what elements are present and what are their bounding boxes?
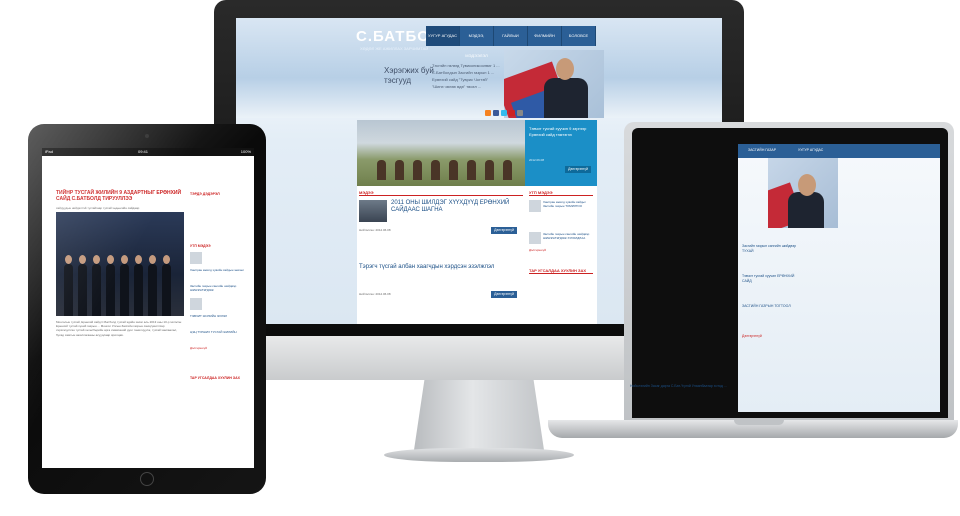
- side-thumbnail[interactable]: [529, 200, 541, 212]
- battery-label: 100%: [240, 149, 251, 154]
- hero-quote: Хэрэгжих буй тэсгууд: [384, 66, 434, 85]
- status-time: 09:41: [138, 149, 149, 154]
- laptop-portrait: [768, 158, 838, 228]
- laptop-more-link[interactable]: Дэлгэрэнгүй: [742, 334, 762, 339]
- laptop-bottom-text[interactable]: Нийслэлийн Засаг дарга С.Бат-Үүлэй Улаан…: [630, 384, 740, 389]
- sidebar-item[interactable]: Засгийн газрын сангийн шийдвэр ШИНЭЧЛЭГД…: [190, 284, 248, 292]
- laptop-item[interactable]: ЗАСГИЙН ГАЗРЫН ТОГТООЛ: [742, 304, 798, 309]
- news-more-button[interactable]: Дэлгэрэнгүй: [491, 227, 517, 234]
- laptop-notch: [734, 420, 784, 425]
- sidebar-title: ТАР УГСАЛДАА ХУУЛИН ЗАХ: [190, 376, 240, 380]
- person-silhouette: [788, 192, 824, 228]
- hero-link[interactable]: С.Батболдын Засгийн газрын 1 ...: [432, 69, 502, 76]
- laptop-nav-item[interactable]: ЗАСГИЙН ГАЗАР: [748, 148, 776, 152]
- hero-link[interactable]: Ерөнхий сайд "Туврис Чогтэй": [432, 76, 502, 83]
- sidebar-title: ТЭРДЭ ДЭДЭРЭЛ: [190, 192, 220, 196]
- section-title-news: МЭДЭЭ: [359, 190, 523, 196]
- sidebar-item[interactable]: ТЭВЧИТ ЖИЛИЙН ЭХЛЭЛ: [190, 314, 248, 318]
- article-subtitle: сайдуудын нийдэлтэй тусгайгаар тусгай хө…: [56, 206, 140, 210]
- article-body: Монголын тусгай, Ерөнхий сайд С.Батболд …: [56, 320, 182, 337]
- site-header: С.БАТБОЛД ХӨДӨЛ ЖЕ АЖИЛЛАХ ЗАРЧИМТАЙ УУГ…: [236, 18, 722, 118]
- sidebar-item[interactable]: Хамтран ажилд хувийн сайдын зөвлөл: [190, 268, 248, 272]
- side-thumbnail[interactable]: [529, 232, 541, 244]
- hero-link[interactable]: Тэсгэйн гөлөгд Тувиконикоолвиг 1 ...: [432, 62, 502, 69]
- horse-rider: [395, 160, 404, 180]
- sidebar-title: УТП МЭДЭЭ: [190, 244, 211, 248]
- sidebar-thumbnail[interactable]: [190, 298, 202, 310]
- person-silhouette: [64, 255, 73, 316]
- person-head: [798, 174, 816, 196]
- horse-rider: [449, 160, 458, 180]
- device-label: iPad: [45, 149, 54, 154]
- hero-link[interactable]: "Шинэ чөлөө өдө" төсөл ...: [432, 83, 502, 90]
- slider-date: 2012.06.08: [529, 158, 545, 162]
- horse-rider: [413, 160, 422, 180]
- laptop-screen: ЗАСГИЙН ГАЗАР УУГУР АГУДАС Засгийн газры…: [738, 144, 940, 412]
- person-silhouette: [134, 255, 143, 316]
- article-headline[interactable]: ТИЙНР ТУСГАЙ ЖИЛИЙН 9 АЗДАРТНЫГ ЕРӨНХИЙ …: [56, 190, 186, 202]
- article-photo[interactable]: [56, 212, 184, 316]
- news-title[interactable]: 2011 ОНЫ ШИЛДЭГ ХҮҮХДҮҮД ЕРӨНХИЙ САЙДААС…: [391, 200, 521, 214]
- news-thumbnail[interactable]: [359, 200, 387, 222]
- side-more-link[interactable]: Дэлгэрэнгүй: [529, 248, 546, 252]
- twitter-icon[interactable]: [501, 110, 507, 116]
- sidebar-thumbnail[interactable]: [190, 252, 202, 264]
- nav-item-gallery[interactable]: ГАЙЛЫИ: [494, 26, 528, 46]
- person-silhouette: [92, 255, 101, 316]
- home-button[interactable]: [140, 472, 154, 486]
- nav-item-feedback[interactable]: ФИЛМИЙН САНАЛ: [528, 26, 562, 58]
- laptop-nav-item[interactable]: УУГУР АГУДАС: [798, 148, 823, 152]
- photo-slider[interactable]: [357, 120, 525, 186]
- rss-icon[interactable]: [485, 110, 491, 116]
- nav-item-home[interactable]: УУГУР АГУДАС: [426, 26, 460, 46]
- imac-stand: [414, 380, 544, 450]
- news-meta: Нийтэлсэн: 2012.06.08: [359, 292, 391, 296]
- main-nav: УУГУР АГУДАС МЭДЭЭ, МЭДЭЭЛЭЛ ГАЙЛЫИ ФИЛМ…: [426, 26, 596, 58]
- imac-base: [384, 448, 574, 462]
- social-icons: [485, 110, 523, 116]
- ipad-screen: iPad 09:41 100% ТИЙНР ТУСГАЙ ЖИЛИЙН 9 АЗ…: [42, 148, 254, 468]
- hero-links: Тэсгэйн гөлөгд Тувиконикоолвиг 1 ... С.Б…: [432, 62, 502, 90]
- news-more-button[interactable]: Дэлгэрэнгүй: [491, 291, 517, 298]
- site-tagline: ХӨДӨЛ ЖЕ АЖИЛЛАХ ЗАРЧИМТАЙ: [360, 46, 429, 51]
- person-silhouette: [162, 255, 171, 316]
- news-title[interactable]: Тэрэгч түсгай албан хаагчдын хэрдсэн эзэ…: [359, 264, 519, 271]
- laptop-mockup: ЗАСГИЙН ГАЗАР УУГУР АГУДАС Засгийн газры…: [548, 122, 958, 438]
- horse-rider: [431, 160, 440, 180]
- news-meta: Нийтэлсэн: 2012.06.08: [359, 228, 391, 232]
- horse-rider: [485, 160, 494, 180]
- person-silhouette: [78, 255, 87, 316]
- camera-icon: [145, 134, 149, 138]
- youtube-icon[interactable]: [509, 110, 515, 116]
- person-head: [556, 58, 574, 80]
- person-silhouette: [106, 255, 115, 316]
- horse-rider: [377, 160, 386, 180]
- person-silhouette: [120, 255, 129, 316]
- facebook-icon[interactable]: [493, 110, 499, 116]
- laptop-item[interactable]: Засгийн газрын сангийн шийдвэр ТУХАЙ: [742, 244, 798, 254]
- laptop-item[interactable]: Тэвчит тусгай хуучин ЕРӨНХИЙ САЙД: [742, 274, 798, 284]
- status-bar: iPad 09:41 100%: [42, 148, 254, 156]
- horse-rider: [467, 160, 476, 180]
- sidebar-item[interactable]: ЦЭЦ ТУРШИХ ТУСГАЙ ЖИЛИЙН: [190, 330, 248, 334]
- nav-item-contact[interactable]: БОЛОВСЕ БЭЛЭН: [562, 26, 596, 58]
- person-silhouette: [544, 78, 588, 118]
- hero-portrait: [504, 50, 604, 118]
- horse-rider: [503, 160, 512, 180]
- mail-icon[interactable]: [517, 110, 523, 116]
- ipad-mockup: iPad 09:41 100% ТИЙНР ТУСГАЙ ЖИЛИЙН 9 АЗ…: [28, 124, 266, 494]
- laptop-nav: ЗАСГИЙН ГАЗАР УУГУР АГУДАС: [738, 144, 940, 158]
- sidebar-more-link[interactable]: Дэлгэрэнгүй: [190, 346, 248, 350]
- nav-item-news[interactable]: МЭДЭЭ, МЭДЭЭЛЭЛ: [460, 26, 494, 58]
- person-silhouette: [148, 255, 157, 316]
